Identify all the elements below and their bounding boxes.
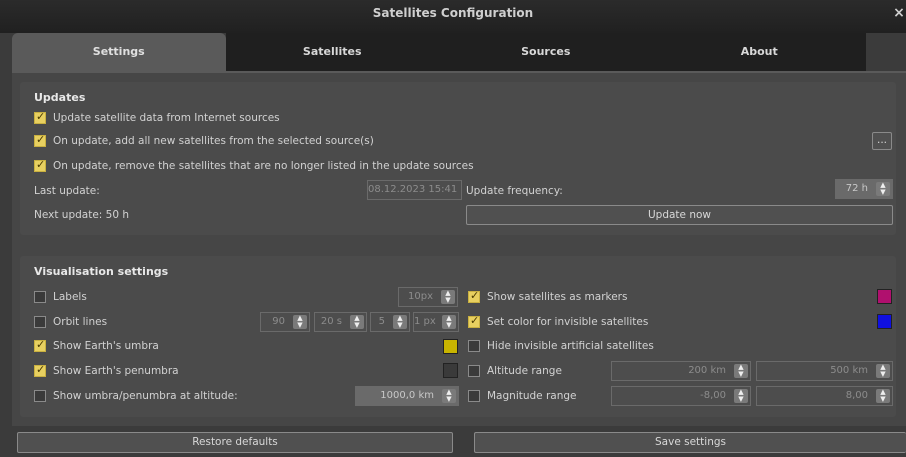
umbra-altitude-checkbox[interactable]: Show umbra/penumbra at altitude: [34, 390, 238, 402]
title-bar: Satellites Configuration × [0, 0, 906, 33]
sources-ellipsis-button[interactable]: ... [872, 132, 892, 150]
update-now-button[interactable]: Update now [466, 205, 893, 225]
spinner-arrows-icon[interactable]: ▲ ▼ [441, 290, 455, 304]
spinner-arrows-icon[interactable]: ▲ ▼ [350, 315, 364, 329]
umbra-altitude-label: Show umbra/penumbra at altitude: [53, 390, 238, 402]
magnitude-max-value: 8,00 [845, 390, 868, 401]
tab-bar: Settings Satellites Sources About [12, 33, 866, 71]
last-update-field: 08.12.2023 15:41 [367, 180, 462, 200]
spinner-arrows-icon[interactable]: ▲ ▼ [734, 364, 748, 378]
magnitude-range-checkbox[interactable]: Magnitude range [468, 390, 577, 402]
umbra-label: Show Earth's umbra [53, 340, 159, 352]
last-update-label: Last update: [34, 185, 100, 197]
checkbox-unchecked-icon[interactable] [468, 390, 480, 402]
save-settings-button[interactable]: Save settings [474, 432, 906, 453]
orbit-duration-spinbox[interactable]: 20 s ▲ ▼ [314, 312, 367, 332]
penumbra-label: Show Earth's penumbra [53, 365, 179, 377]
magnitude-max-spinbox[interactable]: 8,00 ▲ ▼ [756, 386, 893, 406]
altitude-min-spinbox[interactable]: 200 km ▲ ▼ [611, 361, 751, 381]
tab-sources[interactable]: Sources [439, 33, 653, 71]
checkbox-unchecked-icon[interactable] [468, 365, 480, 377]
remove-old-label: On update, remove the satellites that ar… [53, 160, 474, 172]
checkbox-unchecked-icon[interactable] [34, 316, 46, 328]
frequency-value: 72 h [845, 183, 868, 194]
checkbox-unchecked-icon[interactable] [34, 390, 46, 402]
update-internet-label: Update satellite data from Internet sour… [53, 112, 280, 124]
invisible-color-label: Set color for invisible satellites [487, 316, 649, 328]
orbit-lines-checkbox[interactable]: Orbit lines [34, 316, 107, 328]
orbit-thickness-spinbox[interactable]: 1 px ▲ ▼ [413, 312, 459, 332]
invisible-color-swatch[interactable] [877, 314, 892, 329]
window-title: Satellites Configuration [372, 6, 534, 20]
altitude-max-spinbox[interactable]: 500 km ▲ ▼ [756, 361, 893, 381]
tab-settings[interactable]: Settings [12, 33, 226, 71]
hide-invisible-label: Hide invisible artificial satellites [487, 340, 654, 352]
labels-size-spinbox[interactable]: 10px ▲ ▼ [398, 287, 458, 307]
spinner-arrows-icon[interactable]: ▲ ▼ [734, 389, 748, 403]
frequency-spinbox[interactable]: 72 h ▲ ▼ [835, 179, 893, 199]
hide-invisible-checkbox[interactable]: Hide invisible artificial satellites [468, 340, 654, 352]
close-icon[interactable]: × [892, 6, 906, 20]
altitude-max-value: 500 km [830, 365, 868, 376]
orbit-segments-value: 90 [272, 316, 285, 327]
spinner-arrows-icon[interactable]: ▲ ▼ [442, 315, 456, 329]
altitude-range-label: Altitude range [487, 365, 562, 377]
magnitude-range-label: Magnitude range [487, 390, 577, 402]
next-update-label: Next update: 50 h [34, 209, 130, 221]
updates-title: Updates [34, 91, 86, 104]
checkbox-checked-icon[interactable] [34, 338, 46, 352]
magnitude-min-spinbox[interactable]: -8,00 ▲ ▼ [611, 386, 751, 406]
checkbox-checked-icon[interactable] [34, 158, 46, 172]
restore-defaults-button[interactable]: Restore defaults [17, 432, 453, 453]
magnitude-min-value: -8,00 [700, 390, 726, 401]
markers-label: Show satellites as markers [487, 291, 628, 303]
umbra-altitude-spinbox[interactable]: 1000,0 km ▲ ▼ [355, 386, 459, 406]
altitude-range-checkbox[interactable]: Altitude range [468, 365, 562, 377]
tab-satellites[interactable]: Satellites [225, 33, 439, 71]
remove-old-checkbox[interactable]: On update, remove the satellites that ar… [34, 158, 474, 172]
frequency-label: Update frequency: [466, 185, 563, 197]
altitude-min-value: 200 km [688, 365, 726, 376]
penumbra-checkbox[interactable]: Show Earth's penumbra [34, 363, 179, 377]
spinner-arrows-icon[interactable]: ▲ ▼ [293, 315, 307, 329]
spinner-arrows-icon[interactable]: ▲ ▼ [876, 389, 890, 403]
spinner-arrows-icon[interactable]: ▲ ▼ [876, 364, 890, 378]
add-new-checkbox[interactable]: On update, add all new satellites from t… [34, 133, 374, 147]
labels-label: Labels [53, 291, 87, 303]
labels-size-value: 10px [408, 291, 433, 302]
checkbox-unchecked-icon[interactable] [34, 291, 46, 303]
markers-color-swatch[interactable] [877, 289, 892, 304]
update-internet-checkbox[interactable]: Update satellite data from Internet sour… [34, 110, 280, 124]
spinner-arrows-icon[interactable]: ▲ ▼ [393, 315, 407, 329]
checkbox-checked-icon[interactable] [468, 289, 480, 303]
orbit-fade-value: 5 [378, 316, 385, 327]
add-new-label: On update, add all new satellites from t… [53, 135, 374, 147]
updates-group: Updates Update satellite data from Inter… [20, 82, 896, 235]
markers-checkbox[interactable]: Show satellites as markers [468, 289, 628, 303]
checkbox-unchecked-icon[interactable] [468, 340, 480, 352]
visualisation-title: Visualisation settings [34, 265, 169, 278]
tab-about[interactable]: About [652, 33, 866, 71]
penumbra-color-swatch[interactable] [443, 363, 458, 378]
umbra-color-swatch[interactable] [443, 339, 458, 354]
orbit-fade-spinbox[interactable]: 5 ▲ ▼ [370, 312, 410, 332]
labels-checkbox[interactable]: Labels [34, 291, 87, 303]
orbit-segments-spinbox[interactable]: 90 ▲ ▼ [260, 312, 310, 332]
umbra-altitude-value: 1000,0 km [380, 390, 434, 401]
satellites-config-window: Satellites Configuration × Settings Sate… [0, 0, 906, 457]
orbit-thickness-value: 1 px [414, 316, 436, 327]
umbra-checkbox[interactable]: Show Earth's umbra [34, 338, 159, 352]
visualisation-group: Visualisation settings Labels 10px ▲ ▼ Or… [20, 256, 896, 417]
spinner-arrows-icon[interactable]: ▲ ▼ [876, 182, 890, 196]
spinner-arrows-icon[interactable]: ▲ ▼ [442, 389, 456, 403]
orbit-lines-label: Orbit lines [53, 316, 108, 328]
invisible-color-checkbox[interactable]: Set color for invisible satellites [468, 314, 649, 328]
checkbox-checked-icon[interactable] [34, 363, 46, 377]
checkbox-checked-icon[interactable] [34, 133, 46, 147]
checkbox-checked-icon[interactable] [34, 110, 46, 124]
checkbox-checked-icon[interactable] [468, 314, 480, 328]
orbit-duration-value: 20 s [320, 316, 342, 327]
